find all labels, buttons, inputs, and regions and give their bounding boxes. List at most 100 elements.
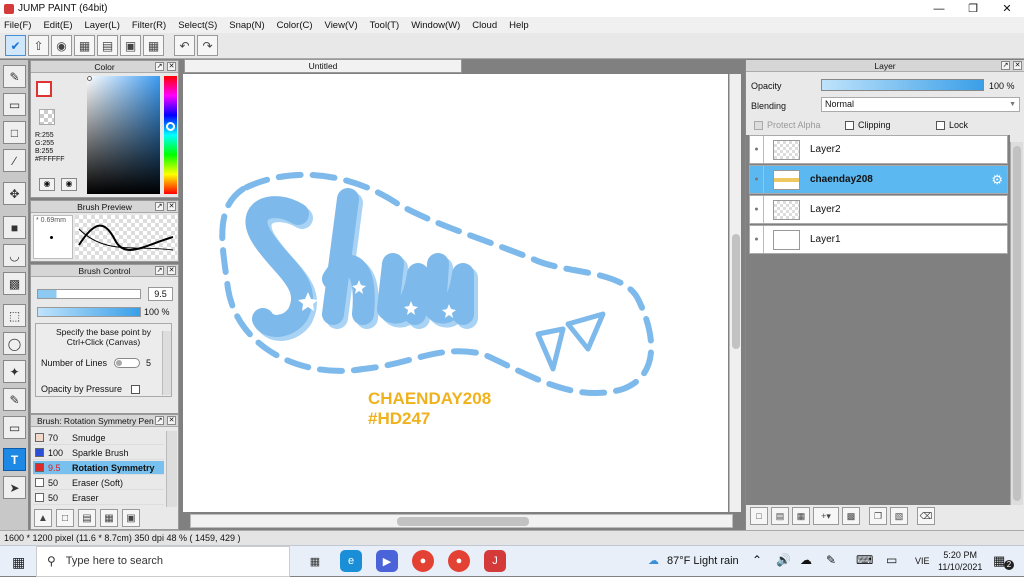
undock-icon[interactable]: ↗ <box>155 416 164 425</box>
brush-settings-icon[interactable]: ▤ <box>78 509 96 527</box>
layer-row[interactable]: ● Layer2 <box>749 195 1008 224</box>
menu-edit[interactable]: Edit(E) <box>43 20 72 31</box>
close-panel-icon[interactable]: ✕ <box>1013 61 1022 70</box>
tray-chevron-icon[interactable]: ⌃ <box>752 553 762 567</box>
palette-icon[interactable]: ◉ <box>39 178 55 191</box>
layer-row[interactable]: ● Layer2 <box>749 135 1008 164</box>
undock-icon[interactable]: ↗ <box>155 266 164 275</box>
layer-list-scrollbar[interactable] <box>1010 142 1023 505</box>
menu-color[interactable]: Color(C) <box>277 20 313 31</box>
clock[interactable]: 5:20 PM 11/10/2021 <box>938 549 982 573</box>
gear-icon[interactable]: ⚙ <box>991 172 1003 188</box>
brush-list-item-selected[interactable]: 9.5 Rotation Symmetry <box>33 461 164 475</box>
brush-list-item[interactable]: 100 Sparkle Brush <box>33 446 164 460</box>
brush-list-item[interactable]: 50 Eraser <box>33 491 164 505</box>
brush-list-item[interactable]: 50 Eraser (Soft) <box>33 476 164 490</box>
taskbar-search[interactable]: ⚲ Type here to search <box>36 545 290 577</box>
menu-cloud[interactable]: Cloud <box>472 20 497 31</box>
layer-opacity-slider[interactable] <box>821 79 984 91</box>
cloud-check-icon[interactable]: ✔ <box>5 35 26 56</box>
new-layer-icon[interactable]: □ <box>750 507 768 525</box>
close-panel-icon[interactable]: ✕ <box>167 62 176 71</box>
duplicate-layer-icon[interactable]: ❐ <box>869 507 887 525</box>
hue-slider[interactable] <box>164 76 177 194</box>
pen-tray-icon[interactable]: ✎ <box>826 553 836 567</box>
select-eraser-tool-icon[interactable]: ▭ <box>3 416 26 439</box>
chrome-profile-icon[interactable]: ● <box>448 550 470 572</box>
undo-icon[interactable]: ↶ <box>174 35 195 56</box>
select-pen-tool-icon[interactable]: ✎ <box>3 388 26 411</box>
brush-list-item[interactable]: 70 Smudge <box>33 431 164 445</box>
jump-paint-taskbar-icon[interactable]: J <box>484 550 506 572</box>
new-layer-1bit-icon[interactable]: ▦ <box>792 507 810 525</box>
undock-icon[interactable]: ↗ <box>1001 61 1010 70</box>
chrome-icon[interactable]: ● <box>412 550 434 572</box>
eraser-tool-icon[interactable]: ▭ <box>3 93 26 116</box>
blending-select[interactable]: Normal ▼ <box>821 97 1020 112</box>
brush-export-icon[interactable]: ▦ <box>100 509 118 527</box>
magic-wand-tool-icon[interactable]: ✦ <box>3 360 26 383</box>
canvas-vertical-scrollbar[interactable] <box>729 74 741 512</box>
drawing-canvas[interactable]: CHAENDAY208 #HD247 <box>183 74 728 512</box>
number-of-lines-slider[interactable] <box>114 358 140 368</box>
close-panel-icon[interactable]: ✕ <box>167 202 176 211</box>
transparent-color-swatch[interactable] <box>39 109 55 125</box>
lock-option[interactable]: Lock <box>936 120 968 130</box>
close-panel-icon[interactable]: ✕ <box>167 266 176 275</box>
opacity-by-pressure-checkbox[interactable] <box>131 385 140 394</box>
display-icon[interactable]: ▭ <box>886 553 897 567</box>
menu-layer[interactable]: Layer(L) <box>85 20 120 31</box>
select-rect-tool-icon[interactable]: ⬚ <box>3 304 26 327</box>
comment-icon[interactable]: ◉ <box>51 35 72 56</box>
brush-tool-icon[interactable]: ∕ <box>3 149 26 172</box>
saturation-value-picker[interactable] <box>87 76 160 194</box>
onedrive-icon[interactable]: ☁ <box>800 553 812 567</box>
menu-view[interactable]: View(V) <box>325 20 358 31</box>
gradient-tool-icon[interactable]: ▩ <box>3 272 26 295</box>
maximize-button[interactable]: ❐ <box>956 0 990 17</box>
grid-icon[interactable]: ▦ <box>143 35 164 56</box>
keyboard-icon[interactable]: ⌨ <box>856 553 873 567</box>
protect-alpha-option[interactable]: Protect Alpha <box>754 120 821 130</box>
layer-row[interactable]: ● Layer1 <box>749 225 1008 254</box>
export-icon[interactable]: ⇧ <box>28 35 49 56</box>
visibility-icon[interactable]: ● <box>750 226 764 253</box>
edge-icon[interactable]: e <box>340 550 362 572</box>
bucket-tool-icon[interactable]: ◡ <box>3 244 26 267</box>
brush-folder-icon[interactable]: ▣ <box>122 509 140 527</box>
menu-window[interactable]: Window(W) <box>411 20 460 31</box>
windows-start-icon[interactable]: ▦ <box>12 554 25 571</box>
layer-row-selected[interactable]: ● chaenday208 ⚙ <box>749 165 1008 194</box>
minimize-button[interactable]: — <box>922 0 956 17</box>
menu-filter[interactable]: Filter(R) <box>132 20 166 31</box>
new-layer-8bit-icon[interactable]: ▤ <box>771 507 789 525</box>
menu-file[interactable]: File(F) <box>4 20 31 31</box>
canvas-horizontal-scrollbar[interactable] <box>190 514 733 528</box>
menu-help[interactable]: Help <box>509 20 529 31</box>
document-icon[interactable]: ▤ <box>97 35 118 56</box>
zoom-icon[interactable]: ▶ <box>376 550 398 572</box>
close-panel-icon[interactable]: ✕ <box>167 416 176 425</box>
brush-size-slider[interactable] <box>37 289 141 299</box>
operation-tool-icon[interactable]: ➤ <box>3 476 26 499</box>
visibility-icon[interactable]: ● <box>750 196 764 223</box>
menu-snap[interactable]: Snap(N) <box>229 20 264 31</box>
rectangle-tool-icon[interactable]: □ <box>3 121 26 144</box>
new-brush-icon[interactable]: □ <box>56 509 74 527</box>
weather-text[interactable]: 87°F Light rain <box>667 555 739 567</box>
undock-icon[interactable]: ↗ <box>155 202 164 211</box>
brush-settings-scrollbar[interactable] <box>162 331 171 395</box>
visibility-icon[interactable]: ● <box>750 136 764 163</box>
fill-rect-tool-icon[interactable]: ■ <box>3 216 26 239</box>
delete-layer-icon[interactable]: ⌫ <box>917 507 935 525</box>
redo-icon[interactable]: ↷ <box>197 35 218 56</box>
add-brush-icon[interactable]: ▲ <box>34 509 52 527</box>
brush-list-scrollbar[interactable] <box>166 431 177 507</box>
message-icon[interactable]: ▦ <box>74 35 95 56</box>
add-layer-menu-icon[interactable]: +▾ <box>813 507 839 525</box>
foreground-color-swatch[interactable] <box>36 81 52 97</box>
volume-icon[interactable]: 🔊 <box>776 553 791 567</box>
clipping-option[interactable]: Clipping <box>845 120 891 130</box>
pen-tool-icon[interactable]: ✎ <box>3 65 26 88</box>
undock-icon[interactable]: ↗ <box>155 62 164 71</box>
